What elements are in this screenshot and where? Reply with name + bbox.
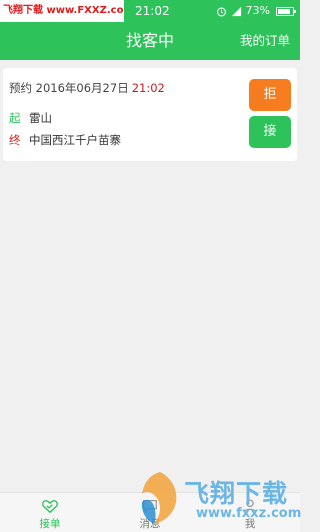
alarm-icon [216, 6, 226, 16]
status-indicators: 73% [216, 0, 296, 22]
end-location: 中国西江千户苗寨 [29, 133, 121, 147]
header: 找客中 我的订单 [0, 22, 300, 60]
tab-label: 接单 [39, 518, 61, 530]
status-bar: 飞翔下载 www.FXXZ.com 21:02 73% [0, 0, 300, 22]
route-end: 终中国西江千户苗寨 [9, 132, 121, 148]
battery-percent: 73% [245, 4, 270, 17]
watermark-logo: 飞翔下载 www.fxxz.com [138, 466, 302, 530]
reject-button[interactable]: 拒 [249, 79, 291, 111]
battery-icon [276, 6, 296, 16]
handshake-icon [42, 500, 58, 514]
accept-button[interactable]: 接 [249, 116, 291, 148]
appointment-date: 2016年06月27日 [35, 81, 129, 95]
logo-url: www.fxxz.com [196, 506, 302, 521]
appointment-prefix: 预约 [9, 81, 32, 95]
order-card[interactable]: 预约 2016年06月27日 21:02 起雷山 终中国西江千户苗寨 拒 接 [3, 68, 297, 161]
logo-text: 飞翔下载 [184, 479, 289, 508]
my-orders-link[interactable]: 我的订单 [240, 22, 290, 60]
appointment-time: 21:02 [131, 81, 165, 95]
start-location: 雷山 [29, 111, 52, 125]
watermark-text: 飞翔下载 www.FXXZ.com [0, 0, 124, 22]
end-marker: 终 [9, 133, 21, 147]
appointment-line: 预约 2016年06月27日 21:02 [9, 80, 165, 96]
tab-accept-orders[interactable]: 接单 [0, 493, 100, 532]
start-marker: 起 [9, 111, 21, 125]
signal-icon [231, 6, 241, 16]
route-start: 起雷山 [9, 110, 52, 126]
logo-emblem [141, 472, 177, 524]
status-time: 21:02 [135, 4, 170, 18]
